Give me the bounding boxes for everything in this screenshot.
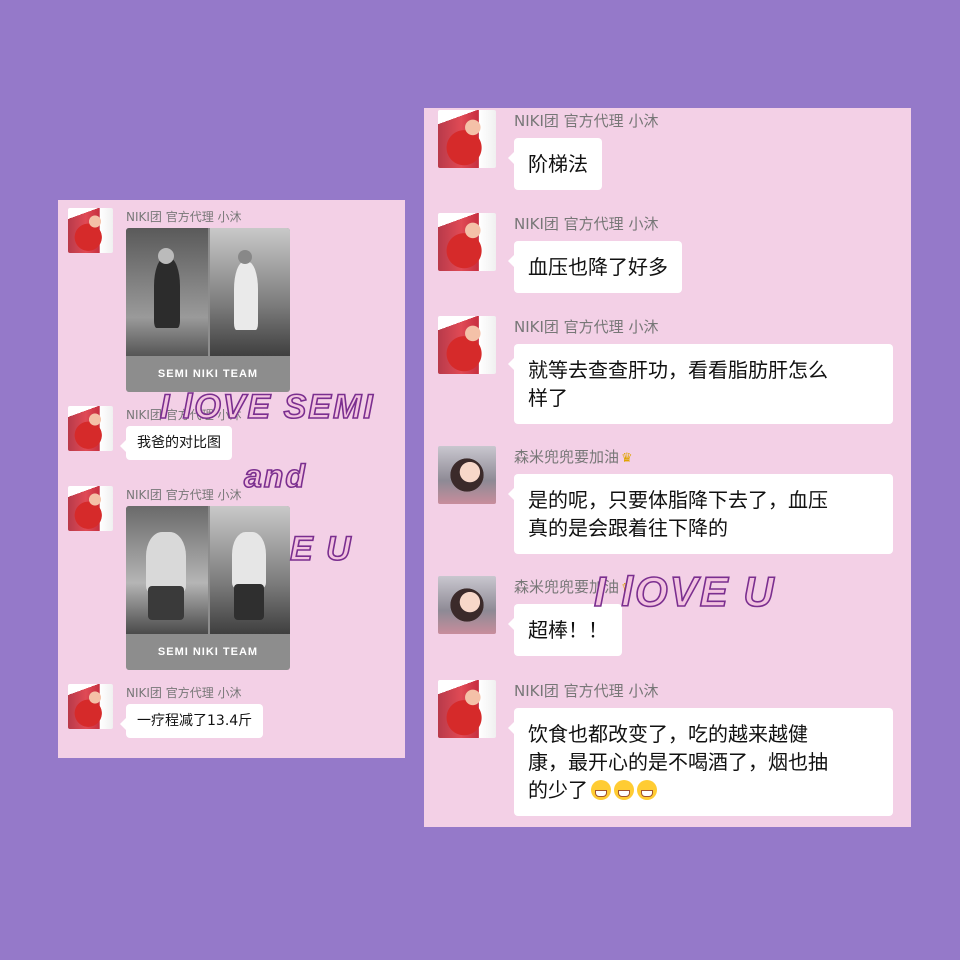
avatar[interactable] [438, 213, 496, 271]
avatar[interactable] [68, 208, 113, 253]
sender-name: 森米兜兜要加油 ♛ [514, 446, 633, 467]
chat-screenshot-left: NIKI团 官方代理 小沐 SEMI NIKI TEAM NIKI团 官方代理 … [58, 200, 405, 758]
message-line: 饮食也都改变了，吃的越来越健 [528, 722, 808, 746]
sender-name: NIKI团 官方代理 小沐 [514, 682, 659, 700]
sender-name-text: 森米兜兜要加油 [514, 448, 620, 466]
avatar[interactable] [438, 680, 496, 738]
sender-name: NIKI团 官方代理 小沐 [514, 215, 659, 233]
before-photo [126, 506, 208, 634]
overlay-text: and [243, 457, 307, 495]
avatar[interactable] [438, 110, 496, 168]
sender-name: NIKI团 官方代理 小沐 [514, 318, 659, 336]
after-photo [210, 506, 290, 634]
message-line: 真的是会跟着往下降的 [528, 516, 728, 540]
sender-name: NIKI团 官方代理 小沐 [126, 488, 242, 502]
avatar[interactable] [68, 486, 113, 531]
message-bubble[interactable]: 阶梯法 [508, 138, 602, 190]
grinning-face-icon [614, 780, 634, 800]
overlay-text: I lOVE SEMI [159, 387, 375, 427]
chat-screenshot-right: NIKI团 官方代理 小沐 阶梯法 NIKI团 官方代理 小沐 血压也降了好多 … [424, 108, 911, 827]
grinning-face-icon [591, 780, 611, 800]
message-line: 是的呢，只要体脂降下去了，血压 [528, 488, 828, 512]
avatar[interactable] [438, 446, 496, 504]
message-line: 就等去查查肝功，看看脂肪肝怎么 [528, 358, 828, 382]
photo-watermark: SEMI NIKI TEAM [157, 646, 259, 658]
sender-name: NIKI团 官方代理 小沐 [126, 210, 242, 224]
overlay-text: E U [289, 529, 353, 569]
crown-icon: ♛ [621, 451, 633, 466]
photo-watermark: SEMI NIKI TEAM [157, 368, 259, 380]
after-photo [210, 228, 290, 356]
message-bubble[interactable]: 一疗程减了13.4斤 [119, 704, 264, 738]
message-line: 超棒！！ [528, 618, 608, 642]
message-line: 的少了 [528, 776, 879, 804]
avatar[interactable] [438, 316, 496, 374]
message-line-text: 的少了 [528, 778, 588, 802]
message-line: 血压也降了好多 [528, 255, 668, 279]
message-bubble[interactable]: 是的呢，只要体脂降下去了，血压 真的是会跟着往下降的 [508, 474, 893, 554]
message-bubble[interactable]: 饮食也都改变了，吃的越来越健 康，最开心的是不喝酒了，烟也抽 的少了 [508, 708, 893, 816]
comparison-photo[interactable]: SEMI NIKI TEAM [126, 228, 290, 392]
avatar[interactable] [68, 406, 113, 451]
comparison-photo[interactable]: SEMI NIKI TEAM [126, 506, 290, 670]
message-line: 阶梯法 [528, 152, 588, 176]
avatar[interactable] [68, 684, 113, 729]
message-line: 康，最开心的是不喝酒了，烟也抽 [528, 750, 828, 774]
avatar[interactable] [438, 576, 496, 634]
sender-name: NIKI团 官方代理 小沐 [126, 686, 242, 700]
message-bubble[interactable]: 就等去查查肝功，看看脂肪肝怎么 样了 [508, 344, 893, 424]
grinning-face-icon [637, 780, 657, 800]
sender-name: NIKI团 官方代理 小沐 [514, 112, 659, 130]
before-photo [126, 228, 208, 356]
message-line: 样了 [528, 386, 568, 410]
overlay-text: I lOVE U [593, 567, 776, 616]
message-bubble[interactable]: 我爸的对比图 [120, 426, 232, 460]
message-bubble[interactable]: 血压也降了好多 [508, 241, 682, 293]
